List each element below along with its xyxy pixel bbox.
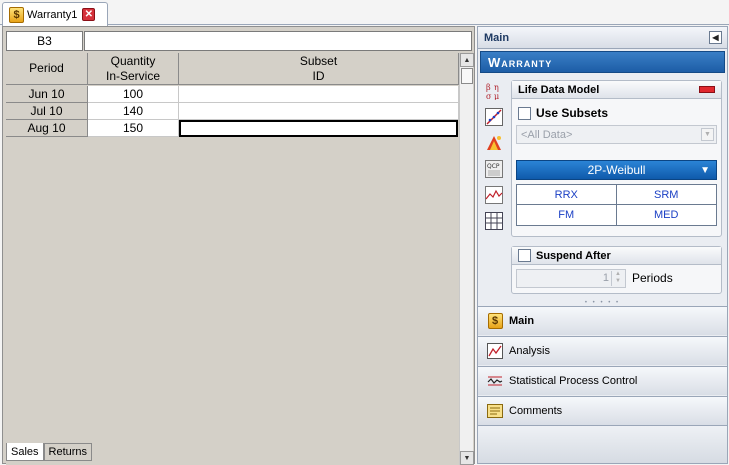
- collapse-panel-icon[interactable]: ◀: [709, 31, 722, 44]
- nav-statistical-process-control[interactable]: Statistical Process Control: [478, 366, 727, 395]
- nav-analysis[interactable]: Analysis: [478, 336, 727, 365]
- method-med[interactable]: MED: [616, 205, 716, 225]
- dollar-icon: $: [487, 313, 503, 329]
- document-tab-strip: $ Warranty1 ✕: [0, 0, 729, 26]
- vertical-scrollbar[interactable]: ▲ ▼: [459, 53, 474, 465]
- dropdown-arrow-icon: ▼: [700, 165, 710, 176]
- use-subsets-checkbox[interactable]: [518, 106, 531, 120]
- analysis-method-grid: RRX SRM FM MED: [516, 184, 717, 226]
- periods-value: 1: [602, 272, 609, 284]
- cell-quantity-3[interactable]: 150: [88, 120, 179, 137]
- document-tab-warranty1[interactable]: $ Warranty1 ✕: [2, 2, 108, 26]
- data-grid: Period Quantity In-Service Subset ID Jun…: [6, 53, 459, 465]
- cell-subset-2[interactable]: [179, 103, 459, 120]
- periods-label: Periods: [632, 271, 673, 285]
- data-sheet-panel: B3 Period Quantity In-Service Subset ID …: [2, 26, 475, 465]
- cell-quantity-2[interactable]: 140: [88, 103, 179, 120]
- column-header-subset-line2: ID: [312, 68, 325, 83]
- subset-select: <All Data> ▼: [516, 125, 717, 144]
- probability-plot-icon[interactable]: [484, 107, 504, 127]
- panel-splitter[interactable]: • • • • •: [478, 300, 727, 306]
- column-header-quantity-line2: In-Service: [105, 68, 161, 83]
- collapse-group-icon[interactable]: [699, 86, 715, 93]
- stepper-arrows-icon: ▲ ▼: [611, 270, 624, 286]
- nav-comments[interactable]: Comments: [478, 396, 727, 425]
- column-header-subset-id[interactable]: Subset ID: [179, 53, 459, 85]
- cell-quantity-1[interactable]: 100: [88, 86, 179, 103]
- cell-subset-3-selected[interactable]: [179, 120, 458, 137]
- method-srm[interactable]: SRM: [616, 185, 716, 205]
- suspend-after-checkbox[interactable]: [518, 249, 531, 262]
- column-header-quantity[interactable]: Quantity In-Service: [88, 53, 179, 85]
- distribution-dropdown[interactable]: 2P-Weibull ▼: [516, 160, 717, 180]
- use-subsets-label: Use Subsets: [536, 106, 609, 120]
- spc-icon: [487, 373, 503, 389]
- cell-subset-1[interactable]: [179, 86, 459, 103]
- nav-footer: [478, 425, 727, 463]
- dollar-icon: $: [9, 6, 24, 23]
- svg-text:μ: μ: [494, 92, 499, 100]
- sheet-tab-sales[interactable]: Sales: [6, 443, 44, 461]
- svg-text:η: η: [494, 83, 499, 92]
- nav-comments-label: Comments: [509, 405, 563, 417]
- scroll-down-arrow-icon[interactable]: ▼: [460, 451, 474, 465]
- close-icon[interactable]: ✕: [82, 8, 96, 21]
- life-test-icon[interactable]: [484, 133, 504, 153]
- suspend-after-row[interactable]: Suspend After: [512, 247, 721, 265]
- row-header-2[interactable]: Jul 10: [6, 103, 88, 120]
- suspend-after-label: Suspend After: [536, 249, 611, 262]
- row-header-3[interactable]: Aug 10: [6, 120, 88, 137]
- distribution-value: 2P-Weibull: [587, 163, 646, 177]
- periods-row: 1 ▲ ▼ Periods: [512, 265, 721, 291]
- method-rrx[interactable]: RRX: [517, 185, 617, 205]
- column-header-quantity-line1: Quantity: [110, 53, 156, 68]
- control-panel-header: Main ◀: [478, 27, 727, 49]
- svg-text:QCP: QCP: [487, 163, 500, 170]
- column-header-period[interactable]: Period: [6, 53, 88, 85]
- svg-text:β: β: [486, 83, 491, 92]
- qcp-icon[interactable]: QCP: [484, 159, 504, 179]
- suspend-after-group: Suspend After 1 ▲ ▼ Periods: [511, 246, 722, 294]
- side-toolbar: βησμ QCP: [484, 81, 506, 237]
- method-fm[interactable]: FM: [517, 205, 617, 225]
- warranty-banner: Warranty: [480, 51, 725, 73]
- chart-icon[interactable]: [484, 185, 504, 205]
- use-subsets-row[interactable]: Use Subsets: [512, 103, 721, 123]
- sheet-tab-returns[interactable]: Returns: [43, 443, 93, 461]
- data-table-icon[interactable]: [484, 211, 504, 231]
- scroll-up-arrow-icon[interactable]: ▲: [460, 53, 474, 67]
- chevron-down-icon: ▼: [701, 128, 714, 141]
- control-panel-title: Main: [484, 31, 510, 44]
- document-tab-label: Warranty1: [27, 8, 78, 21]
- formula-bar[interactable]: [84, 31, 472, 51]
- column-header-subset-line1: Subset: [299, 53, 338, 68]
- periods-stepper: 1 ▲ ▼: [516, 268, 626, 288]
- nav-spc-label: Statistical Process Control: [509, 375, 638, 387]
- comments-icon: [487, 403, 503, 419]
- cell-reference-box[interactable]: B3: [6, 31, 83, 51]
- life-data-model-title-text: Life Data Model: [518, 83, 600, 96]
- nav-main-label: Main: [509, 315, 535, 327]
- life-data-model-title: Life Data Model: [512, 81, 721, 99]
- life-data-model-group: Life Data Model Use Subsets <All Data> ▼…: [511, 80, 722, 237]
- control-panel: Main ◀ Warranty βησμ QCP Life Data Model: [477, 26, 728, 464]
- nav-analysis-label: Analysis: [509, 345, 550, 357]
- distribution-plot-icon[interactable]: βησμ: [484, 81, 504, 101]
- subset-select-value: <All Data>: [521, 128, 573, 141]
- row-header-1[interactable]: Jun 10: [6, 86, 88, 103]
- analysis-icon: [487, 343, 503, 359]
- nav-main[interactable]: $ Main: [478, 306, 727, 335]
- sheet-tabs: Sales Returns: [6, 443, 93, 461]
- svg-text:σ: σ: [486, 92, 492, 100]
- scroll-thumb[interactable]: [461, 68, 473, 84]
